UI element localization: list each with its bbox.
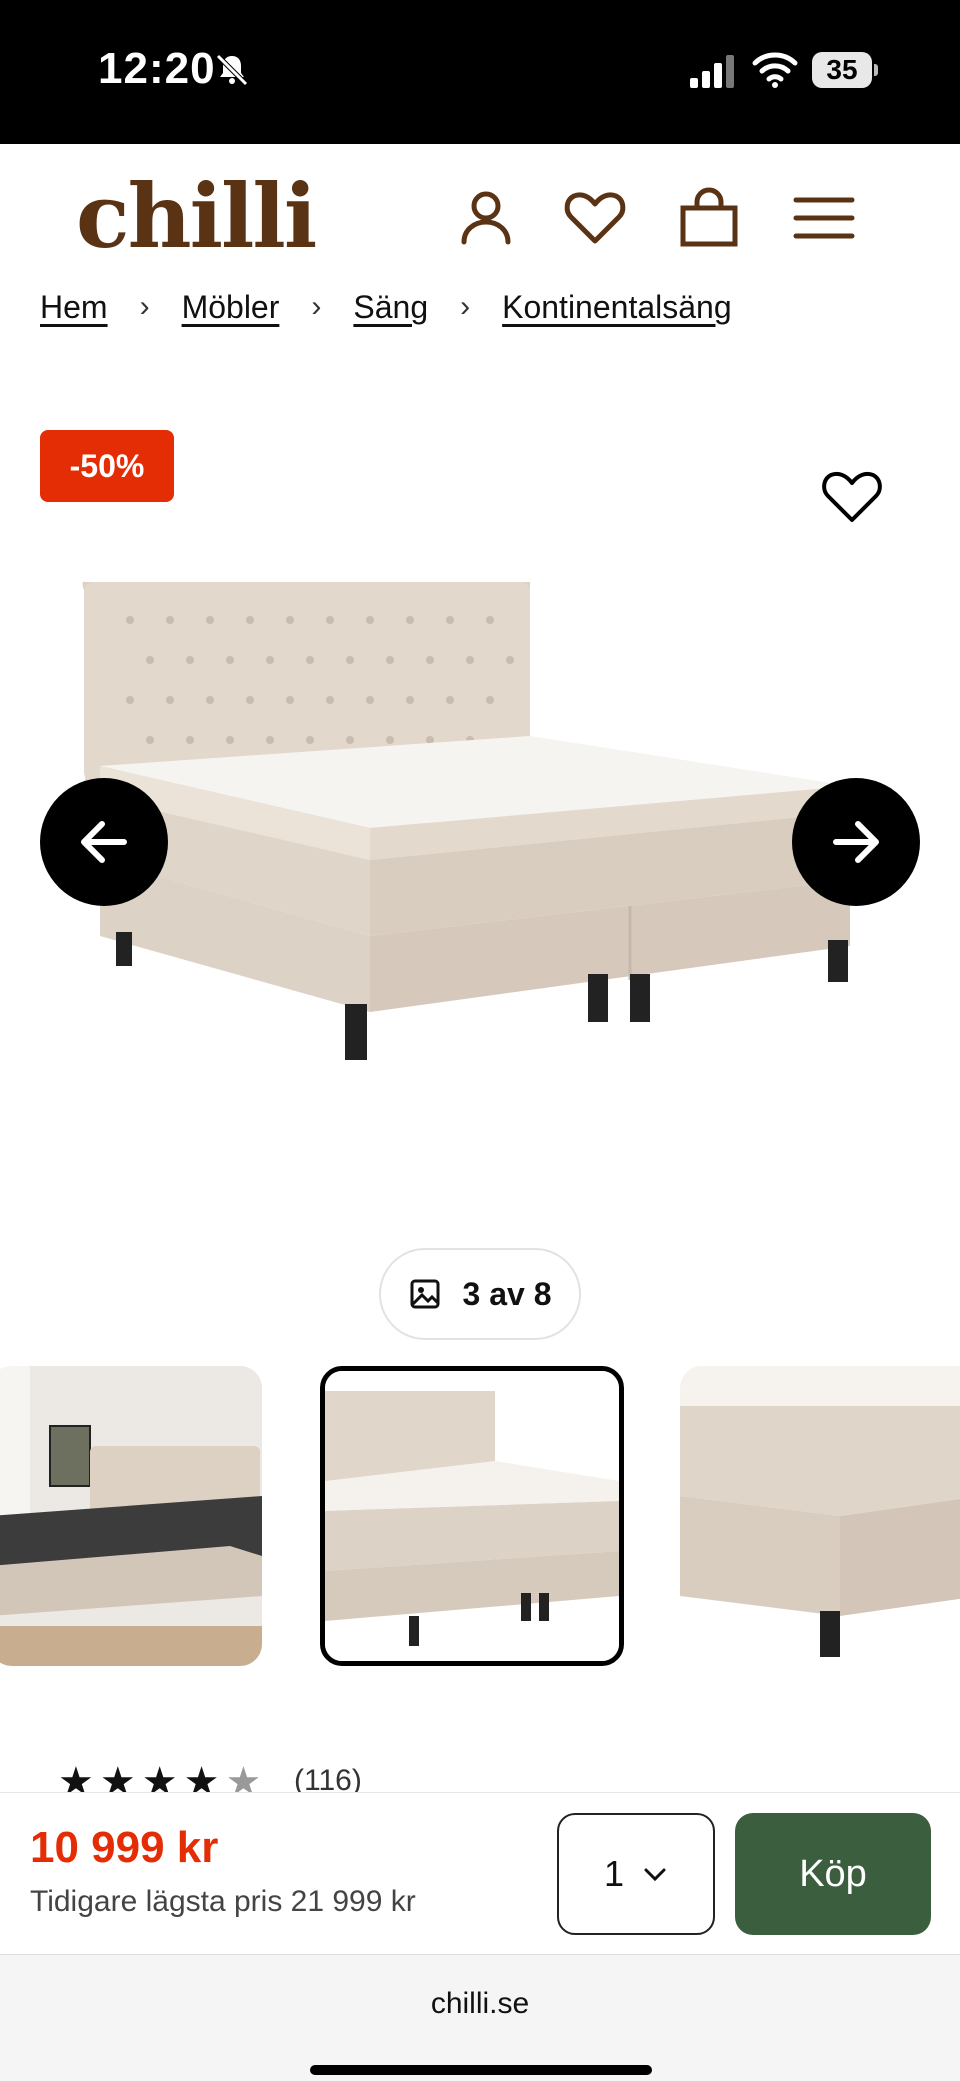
arrow-left-icon: [81, 821, 127, 863]
breadcrumb: Hem › Möbler › Säng › Kontinentalsäng: [40, 282, 732, 332]
wishlist-heart-icon[interactable]: [820, 466, 884, 526]
price: 10 999 kr: [30, 1823, 219, 1872]
site-header: chilli: [0, 144, 960, 264]
chevron-right-icon: ›: [460, 290, 471, 323]
thumbnail-room[interactable]: [0, 1366, 262, 1666]
quantity-value: 1: [603, 1853, 625, 1894]
status-bar: 12:20 35: [0, 0, 960, 144]
chevron-right-icon: ›: [311, 290, 322, 323]
next-image-button[interactable]: [792, 778, 920, 906]
url-label[interactable]: chilli.se: [0, 1987, 960, 2021]
bag-icon[interactable]: [677, 186, 741, 250]
home-indicator: [310, 2065, 652, 2075]
previous-lowest-price: Tidigare lägsta pris 21 999 kr: [30, 1885, 416, 1918]
breadcrumb-kontinentalsang[interactable]: Kontinentalsäng: [502, 289, 732, 326]
thumbnail-bed-detail[interactable]: [680, 1366, 960, 1666]
signal-icon: [690, 55, 734, 88]
breadcrumb-mobler[interactable]: Möbler: [182, 289, 280, 326]
chevron-right-icon: ›: [139, 290, 150, 323]
breadcrumb-hem[interactable]: Hem: [40, 289, 108, 326]
chilli-logo[interactable]: chilli: [76, 172, 317, 260]
thumbnail-bed-selected[interactable]: [320, 1366, 624, 1666]
product-image[interactable]: [70, 560, 900, 1120]
wifi-icon: [752, 52, 798, 88]
bell-muted-icon: [216, 54, 248, 86]
chevron-down-icon: [644, 1868, 666, 1882]
image-gallery-icon: [410, 1279, 440, 1309]
buy-button[interactable]: Köp: [735, 1813, 931, 1935]
discount-badge: -50%: [40, 430, 174, 502]
account-icon[interactable]: [454, 186, 518, 250]
breadcrumb-sang[interactable]: Säng: [353, 289, 428, 326]
heart-icon[interactable]: [563, 186, 627, 250]
arrow-right-icon: [833, 821, 879, 863]
gallery-counter[interactable]: 3 av 8: [379, 1248, 581, 1340]
previous-image-button[interactable]: [40, 778, 168, 906]
gallery-counter-label: 3 av 8: [462, 1275, 552, 1312]
status-time: 12:20: [98, 44, 216, 93]
buy-bar: 10 999 kr Tidigare lägsta pris 21 999 kr…: [0, 1792, 960, 1952]
battery-level: 35: [812, 52, 872, 88]
browser-bar: chilli.se: [0, 1954, 960, 2081]
battery-indicator: 35: [812, 52, 878, 88]
quantity-select[interactable]: 1: [557, 1813, 715, 1935]
menu-icon[interactable]: [792, 186, 856, 250]
